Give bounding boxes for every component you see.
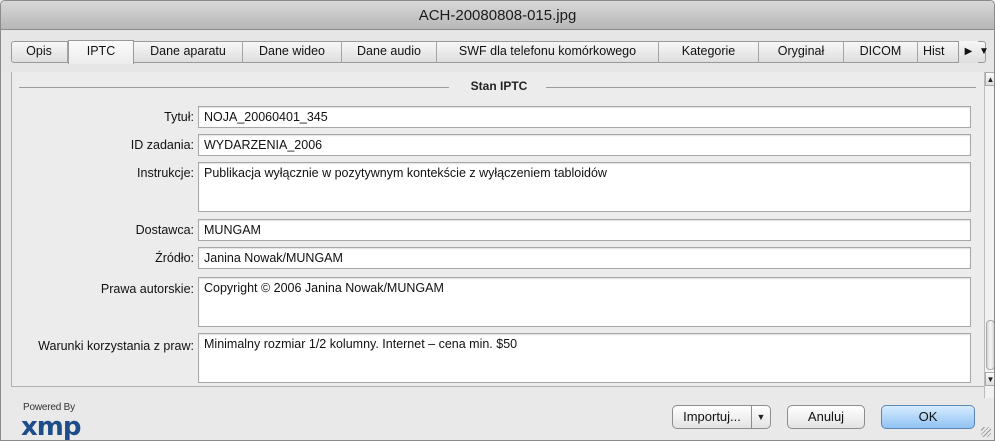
tab-hist[interactable]: Hist [918,41,958,63]
section-title: Stan IPTC [470,79,528,93]
vertical-scrollbar[interactable]: ▲ ▼ [984,72,994,398]
tab-dane-audio[interactable]: Dane audio [342,41,437,63]
label-prawa-autorskie: Prawa autorskie: [100,282,194,296]
tab-kategorie[interactable]: Kategorie [659,41,759,63]
tab-swf[interactable]: SWF dla telefonu komórkowego [437,41,659,63]
window-title: ACH-20080808-015.jpg [1,1,994,30]
dostawca-field[interactable]: MUNGAM [198,219,971,241]
label-dostawca: Dostawca: [135,223,194,237]
xmp-logo: xmp [21,412,81,441]
tab-iptc[interactable]: IPTC [68,40,134,64]
label-warunki: Warunki korzystania z praw: [38,339,194,353]
dialog-window: ACH-20080808-015.jpg Opis IPTC Dane apar… [0,0,995,441]
tab-dicom[interactable]: DICOM [844,41,918,63]
zrodlo-field[interactable]: Janina Nowak/MUNGAM [198,247,971,269]
instrukcje-field[interactable]: Publikacja wyłącznie w pozytywnym kontek… [198,162,971,212]
tytul-field[interactable]: NOJA_20060401_345 [198,106,971,128]
arrow-up-icon[interactable]: ▲ [985,72,994,86]
cancel-button[interactable]: Anuluj [787,405,865,429]
chevron-right-icon[interactable]: ▶ [958,41,978,63]
tab-dane-aparatu[interactable]: Dane aparatu [134,41,243,63]
tab-dane-wideo[interactable]: Dane wideo [243,41,342,63]
label-instrukcje: Instrukcje: [137,166,194,180]
prawa-autorskie-field[interactable]: Copyright © 2006 Janina Nowak/MUNGAM [198,277,971,327]
ok-button[interactable]: OK [881,405,975,429]
label-tytul: Tytuł: [164,110,194,124]
import-button[interactable]: Importuj... [672,405,752,429]
tab-opis[interactable]: Opis [11,41,68,63]
chevron-down-icon[interactable]: ▼ [977,41,991,63]
scroll-thumb[interactable] [986,320,994,370]
warunki-field[interactable]: Minimalny rozmiar 1/2 kolumny. Internet … [198,333,971,383]
arrow-down-icon[interactable]: ▼ [985,372,994,386]
section-divider-right [546,87,976,88]
tab-oryginal[interactable]: Oryginał [759,41,844,63]
label-zrodlo: Źródło: [155,251,194,265]
tab-bar: Opis IPTC Dane aparatu Dane wideo Dane a… [1,30,994,72]
resize-grip[interactable] [981,427,991,437]
id-zadania-field[interactable]: WYDARZENIA_2006 [198,134,971,156]
section-divider-left [19,87,449,88]
label-id-zadania: ID zadania: [130,138,194,152]
chevron-down-icon[interactable]: ▼ [751,405,771,429]
